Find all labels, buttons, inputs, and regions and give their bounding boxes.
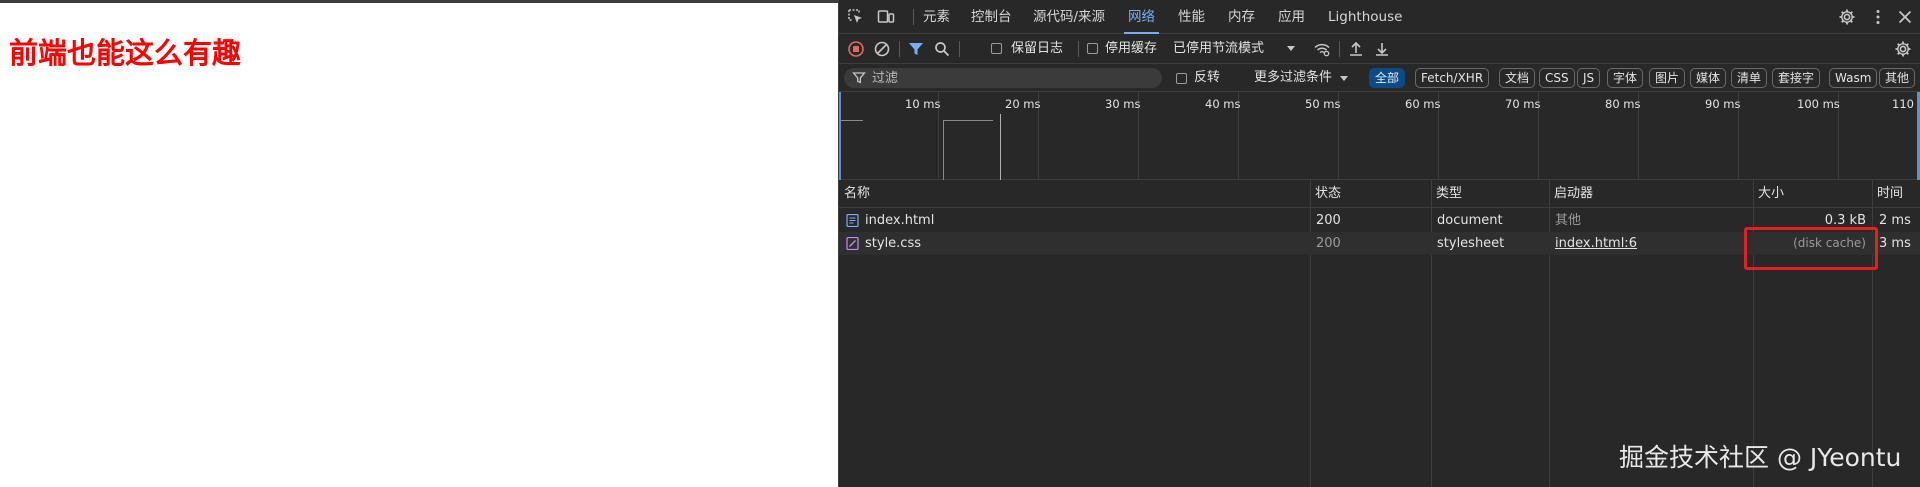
column-header-status[interactable]: 状态 [1310, 180, 1341, 208]
stylesheet-file-icon [846, 237, 859, 250]
viewport-top-border [0, 0, 838, 3]
column-header-time[interactable]: 时间 [1872, 180, 1903, 208]
filter-chip-doc[interactable]: 文档 [1499, 68, 1536, 88]
inspect-element-icon[interactable] [847, 8, 865, 26]
overview-tick-label: 100 ms [1797, 97, 1840, 111]
record-stop-icon[interactable] [847, 40, 865, 58]
initiator-link[interactable]: index.html:6 [1555, 232, 1745, 255]
request-time: 3 ms [1879, 236, 1911, 251]
request-status: 200 [1316, 236, 1341, 251]
tab-application[interactable]: 应用 [1278, 0, 1305, 34]
more-filters-dropdown[interactable]: 更多过滤条件 [1254, 64, 1332, 92]
devtools-tabbar: 元素 控制台 源代码/来源 网络 性能 内存 应用 Lighthouse [839, 0, 1920, 34]
overview-tick-label: 30 ms [1105, 97, 1141, 111]
toolbar-separator [959, 41, 960, 57]
page-heading: 前端也能这么有趣 [9, 36, 242, 70]
toolbar-separator [1339, 41, 1340, 57]
filter-input[interactable] [872, 68, 1152, 88]
request-type: document [1437, 213, 1503, 228]
filter-funnel-icon [852, 71, 866, 85]
timeline-overview[interactable]: 10 ms 20 ms 30 ms 40 ms 50 ms 60 ms 70 m… [839, 92, 1920, 180]
filter-icon[interactable] [907, 40, 925, 58]
throttling-select[interactable]: 已停用节流模式 [1173, 34, 1264, 64]
filter-chip-font[interactable]: 字体 [1607, 68, 1644, 88]
settings-gear-icon[interactable] [1838, 8, 1856, 26]
more-options-icon[interactable] [1869, 8, 1887, 26]
filter-chip-media[interactable]: 媒体 [1690, 68, 1727, 88]
page-viewport: 前端也能这么有趣 [0, 0, 838, 487]
invert-checkbox[interactable] [1176, 73, 1187, 84]
device-toolbar-icon[interactable] [877, 8, 895, 26]
request-time: 2 ms [1879, 213, 1911, 228]
overview-request-bar [841, 120, 863, 121]
disable-cache-label: 停用缓存 [1105, 41, 1158, 56]
filter-field[interactable] [844, 68, 1162, 88]
overview-event-line [943, 120, 944, 180]
overview-tick-label: 40 ms [1205, 97, 1241, 111]
chevron-down-icon[interactable] [1340, 76, 1348, 81]
preserve-log-label: 保留日志 [1011, 41, 1064, 56]
watermark-text: 掘金技术社区 @ JYeontu [1619, 443, 1902, 472]
request-name[interactable]: index.html [865, 209, 1305, 232]
overview-tick-label: 10 ms [905, 97, 941, 111]
export-har-icon[interactable] [1373, 40, 1391, 58]
network-table-header: 名称 状态 类型 启动器 大小 时间 [839, 180, 1920, 208]
preserve-log-checkbox[interactable] [991, 43, 1002, 54]
toolbar-separator [1078, 41, 1079, 57]
overview-tick-label: 60 ms [1405, 97, 1441, 111]
tab-elements[interactable]: 元素 [923, 0, 950, 34]
network-conditions-icon[interactable] [1313, 40, 1331, 58]
request-type: stylesheet [1437, 236, 1505, 251]
import-har-icon[interactable] [1347, 40, 1365, 58]
clear-icon[interactable] [873, 40, 891, 58]
chevron-down-icon[interactable] [1287, 46, 1295, 51]
request-name[interactable]: style.css [865, 232, 1305, 255]
request-status: 200 [1316, 213, 1341, 228]
annotation-highlight-box [1744, 227, 1878, 270]
network-settings-gear-icon[interactable] [1894, 40, 1912, 58]
filter-chip-socket[interactable]: 套接字 [1772, 68, 1821, 88]
overview-tick-label: 20 ms [1005, 97, 1041, 111]
filter-chip-js[interactable]: JS [1577, 68, 1601, 88]
column-header-initiator[interactable]: 启动器 [1549, 180, 1593, 208]
disable-cache-checkbox[interactable] [1087, 43, 1098, 54]
filter-chip-other[interactable]: 其他 [1879, 68, 1916, 88]
document-file-icon [846, 214, 859, 227]
overview-request-bar [943, 120, 993, 121]
tab-console[interactable]: 控制台 [971, 0, 1012, 34]
network-toolbar: 保留日志 停用缓存 已停用节流模式 [839, 34, 1920, 64]
tab-network[interactable]: 网络 [1124, 0, 1159, 34]
column-header-name[interactable]: 名称 [839, 180, 870, 208]
overview-tick-label: 110 [1892, 97, 1914, 111]
filter-chip-manifest[interactable]: 清单 [1731, 68, 1768, 88]
tab-memory[interactable]: 内存 [1228, 0, 1255, 34]
tabbar-separator [913, 9, 914, 25]
overview-tick-label: 80 ms [1605, 97, 1641, 111]
close-icon[interactable] [1896, 8, 1914, 26]
overview-tick-label: 70 ms [1505, 97, 1541, 111]
tab-lighthouse[interactable]: Lighthouse [1328, 0, 1402, 34]
filter-chip-img[interactable]: 图片 [1649, 68, 1686, 88]
overview-event-line [1000, 114, 1001, 180]
filter-chip-fetch-xhr[interactable]: Fetch/XHR [1415, 68, 1490, 88]
request-initiator: 其他 [1555, 213, 1582, 228]
overview-tick-label: 50 ms [1305, 97, 1341, 111]
toolbar-separator [899, 41, 900, 57]
overview-left-handle[interactable] [839, 92, 841, 180]
filter-chip-all[interactable]: 全部 [1369, 68, 1406, 88]
search-icon[interactable] [933, 40, 951, 58]
filter-chip-wasm[interactable]: Wasm [1829, 68, 1878, 88]
column-header-size[interactable]: 大小 [1753, 180, 1784, 208]
tab-performance[interactable]: 性能 [1178, 0, 1205, 34]
column-header-type[interactable]: 类型 [1431, 180, 1462, 208]
invert-label: 反转 [1194, 70, 1221, 85]
tab-sources[interactable]: 源代码/来源 [1033, 0, 1105, 34]
overview-tick-label: 90 ms [1705, 97, 1741, 111]
filter-bar: 反转 更多过滤条件 全部 Fetch/XHR 文档 CSS JS 字体 图片 媒… [839, 64, 1920, 92]
filter-chip-css[interactable]: CSS [1539, 68, 1575, 88]
